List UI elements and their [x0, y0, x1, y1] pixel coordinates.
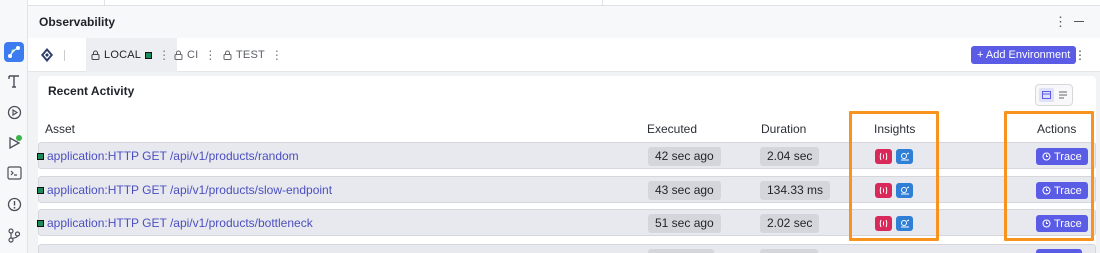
tab-options-icon[interactable]: ⋮: [156, 48, 172, 62]
tab-label: CI: [187, 49, 199, 61]
duration-value: 134.33 ms: [760, 181, 831, 200]
minimize-icon[interactable]: [1074, 21, 1084, 22]
environments-menu-icon[interactable]: ⋮: [1074, 48, 1086, 62]
environment-marker: [37, 220, 44, 227]
lock-icon: [174, 50, 183, 60]
tab-label: LOCAL: [104, 49, 142, 61]
tab-separator: [64, 50, 65, 61]
observability-icon[interactable]: [4, 42, 24, 62]
list-view-icon[interactable]: [1056, 88, 1071, 102]
options-menu-icon[interactable]: ⋮: [1054, 14, 1067, 30]
duration-value-partial: [760, 249, 818, 253]
trace-button-partial[interactable]: [1036, 249, 1082, 253]
run-icon[interactable]: [4, 102, 24, 122]
git-icon[interactable]: [4, 225, 24, 245]
executed-time-partial: [648, 249, 714, 253]
asset-link[interactable]: application:HTTP GET /api/v1/products/bo…: [47, 216, 313, 230]
activity-bar: [0, 0, 28, 253]
terminal-icon[interactable]: [4, 163, 24, 183]
tests-icon[interactable]: [4, 71, 24, 91]
tab-label: TEST: [236, 49, 265, 61]
add-environment-button[interactable]: + Add Environment: [971, 46, 1077, 64]
executed-time: 51 sec ago: [648, 214, 721, 233]
environment-marker: [37, 187, 44, 194]
digma-logo-icon: [41, 48, 53, 62]
asset-link[interactable]: application:HTTP GET /api/v1/products/sl…: [47, 183, 332, 197]
duration-value: 2.04 sec: [760, 147, 820, 166]
environment-marker: [145, 51, 153, 59]
tab-options-icon[interactable]: ⋮: [269, 48, 285, 62]
executed-time: 42 sec ago: [648, 147, 721, 166]
column-header-asset: Asset: [45, 122, 76, 136]
tool-window-title: Observability: [39, 15, 116, 29]
panel-title: Recent Activity: [48, 84, 135, 98]
status-dot: [16, 135, 22, 141]
actions-highlight-box: [1004, 111, 1094, 241]
lock-icon: [91, 50, 100, 60]
column-header-executed: Executed: [647, 122, 698, 136]
problems-icon[interactable]: [4, 194, 24, 214]
tab-local[interactable]: LOCAL ⋮: [86, 38, 178, 72]
tool-window-header: Observability ⋮: [28, 6, 1100, 38]
environment-tabs: LOCAL ⋮ CI ⋮ TEST ⋮ + Add Environment ⋮: [28, 38, 1100, 72]
tab-test[interactable]: TEST ⋮: [223, 38, 285, 72]
table-view-icon[interactable]: [1039, 88, 1054, 102]
view-mode-toggle: [1035, 84, 1073, 106]
executed-time: 43 sec ago: [648, 181, 721, 200]
tab-options-icon[interactable]: ⋮: [202, 48, 218, 62]
insights-highlight-box: [849, 111, 939, 241]
column-header-duration: Duration: [761, 122, 807, 136]
table-row-partial: [38, 244, 1096, 253]
asset-link[interactable]: application:HTTP GET /api/v1/products/ra…: [47, 149, 299, 163]
tab-ci[interactable]: CI ⋮: [174, 38, 219, 72]
environment-marker: [37, 153, 44, 160]
duration-value: 2.02 sec: [760, 214, 820, 233]
lock-icon: [223, 50, 232, 60]
